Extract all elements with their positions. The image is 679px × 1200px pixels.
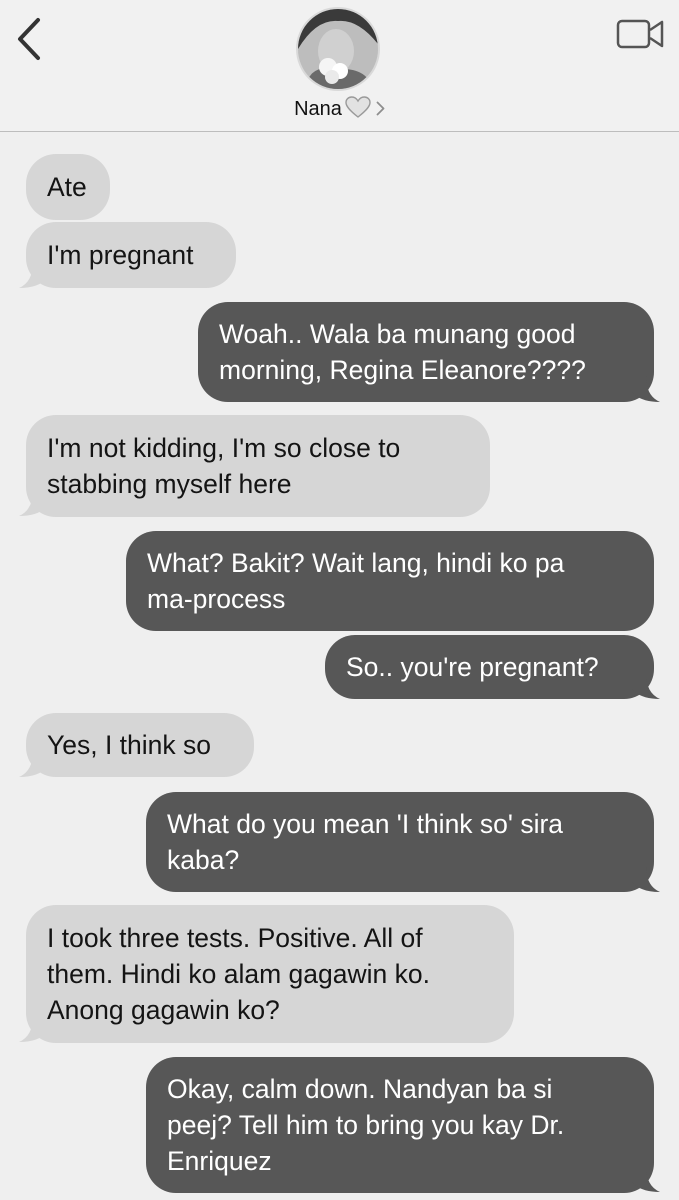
message-bubble-incoming[interactable]: I'm not kidding, I'm so close to stabbin… bbox=[26, 415, 490, 517]
message-text: ma-process bbox=[147, 584, 286, 614]
message-bubble-incoming[interactable]: Ate bbox=[26, 154, 110, 220]
back-button[interactable] bbox=[14, 16, 48, 62]
video-camera-icon bbox=[616, 19, 664, 49]
message-text: Yes, I think so bbox=[47, 730, 212, 760]
bubble-tail bbox=[19, 262, 47, 288]
message-bubble-outgoing[interactable]: Woah.. Wala ba munang good morning, Regi… bbox=[198, 302, 654, 402]
heart-icon bbox=[345, 96, 371, 125]
message-text: Anong gagawin ko? bbox=[47, 995, 280, 1025]
message-bubble-outgoing[interactable]: What do you mean 'I think so' sira kaba? bbox=[146, 792, 654, 892]
message-bubble-incoming[interactable]: Yes, I think so bbox=[26, 713, 254, 777]
message-bubble-outgoing[interactable]: What? Bakit? Wait lang, hindi ko pa ma-p… bbox=[126, 531, 654, 631]
chevron-right-icon bbox=[376, 99, 385, 122]
message-bubble-incoming[interactable]: I'm pregnant bbox=[26, 222, 236, 288]
message-bubble-outgoing[interactable]: So.. you're pregnant? bbox=[325, 635, 654, 699]
message-text: Woah.. Wala ba munang good bbox=[219, 319, 576, 349]
message-text: What? Bakit? Wait lang, hindi ko pa bbox=[147, 548, 565, 578]
message-text: Okay, calm down. Nandyan ba si bbox=[167, 1074, 553, 1104]
video-call-button[interactable] bbox=[616, 16, 666, 52]
chevron-left-icon bbox=[18, 18, 40, 60]
message-text: peej? Tell him to bring you kay Dr. bbox=[167, 1110, 565, 1140]
message-bubble-incoming[interactable]: I took three tests. Positive. All of the… bbox=[26, 905, 514, 1043]
bubble-tail bbox=[632, 1166, 660, 1192]
message-bubble-outgoing[interactable]: Okay, calm down. Nandyan ba si peej? Tel… bbox=[146, 1057, 654, 1193]
contact-name: Nana bbox=[294, 98, 342, 120]
contact-avatar[interactable] bbox=[298, 9, 378, 89]
message-text: morning, Regina Eleanore???? bbox=[219, 355, 586, 385]
avatar-photo bbox=[298, 9, 378, 89]
bubble-tail bbox=[19, 1016, 47, 1042]
bubble-tail bbox=[632, 673, 660, 699]
message-text: What do you mean 'I think so' sira bbox=[167, 809, 564, 839]
message-text: I'm pregnant bbox=[47, 240, 194, 270]
conversation-header: Nana bbox=[0, 0, 679, 132]
bubble-tail bbox=[632, 866, 660, 892]
message-text: them. Hindi ko alam gagawin ko. bbox=[47, 959, 430, 989]
bubble-tail bbox=[19, 490, 47, 516]
message-text: Ate bbox=[47, 172, 87, 202]
message-text: I took three tests. Positive. All of bbox=[47, 923, 423, 953]
message-text: Enriquez bbox=[167, 1146, 272, 1176]
message-text: stabbing myself here bbox=[47, 469, 292, 499]
bubble-tail bbox=[632, 376, 660, 402]
message-text: kaba? bbox=[167, 845, 240, 875]
bubble-tail bbox=[19, 751, 47, 777]
message-text: So.. you're pregnant? bbox=[346, 652, 599, 682]
contact-name-button[interactable]: Nana bbox=[0, 96, 679, 125]
message-text: I'm not kidding, I'm so close to bbox=[47, 433, 401, 463]
